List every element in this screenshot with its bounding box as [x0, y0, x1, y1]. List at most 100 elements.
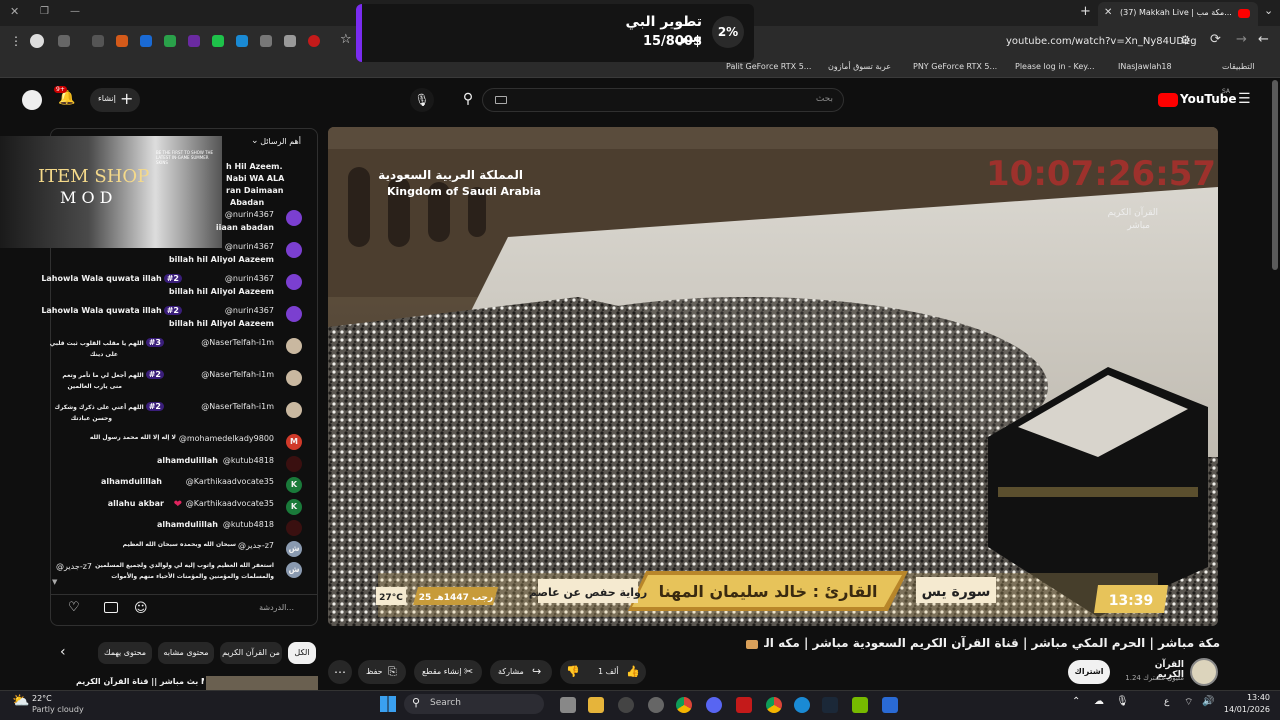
network-icon[interactable]: ☁: [1094, 696, 1104, 707]
chat-input[interactable]: الدردشة...: [259, 603, 294, 612]
chat-author[interactable]: @nurin4367: [225, 306, 274, 315]
active-tab[interactable]: ✕ (37) Makkah Live | مكة مب...: [1098, 2, 1258, 26]
chat-message[interactable]: @nurin4367 Lahowla Wala quwata illah #2 b…: [41, 274, 318, 306]
video-player[interactable]: المملكة العربية السعودية Kingdom of Saud…: [328, 127, 1218, 626]
windows-start-icon[interactable]: [380, 696, 396, 712]
app-icon[interactable]: [618, 697, 634, 713]
restore-icon[interactable]: ❐: [40, 6, 49, 17]
chat-header[interactable]: أهم الرسائل: [260, 137, 301, 146]
extension-icon[interactable]: [92, 35, 104, 47]
extension-icon[interactable]: [116, 35, 128, 47]
bookmark-item[interactable]: PNY GeForce RTX 5...: [913, 62, 997, 71]
weather-icon[interactable]: ⛅: [12, 693, 29, 709]
chat-message[interactable]: @nurin4367 Lahowla Wala quwata illah #2 b…: [41, 306, 318, 338]
chat-message[interactable]: ش @جدير-z7 استغفر الله العظيم واتوب إليه…: [50, 562, 318, 586]
avatar[interactable]: [286, 520, 302, 536]
chat-message[interactable]: @NaserTelfah-i1m اللهم يا مقلب القلوب ثب…: [50, 338, 318, 370]
youtube-logo-icon[interactable]: [1158, 93, 1178, 107]
chat-author[interactable]: @NaserTelfah-i1m: [201, 370, 274, 379]
next-video-thumbnail[interactable]: [206, 676, 318, 690]
avatar[interactable]: [286, 274, 302, 290]
profile-icon[interactable]: [30, 34, 44, 48]
extension-icon[interactable]: [260, 35, 272, 47]
bookmark-apps[interactable]: التطبيقات: [1222, 62, 1254, 71]
extension-icon[interactable]: [164, 35, 176, 47]
more-actions-button[interactable]: ⋯: [328, 660, 352, 684]
heart-react-icon[interactable]: ♡: [68, 600, 80, 615]
chat-author[interactable]: @nurin4367: [225, 242, 274, 251]
chat-author[interactable]: @جدير-z7: [56, 562, 92, 571]
microphone-icon[interactable]: 🎙: [1116, 696, 1129, 707]
back-icon[interactable]: →: [1236, 32, 1247, 47]
app-icon[interactable]: [882, 697, 898, 713]
chip-all[interactable]: الكل: [288, 642, 316, 664]
avatar[interactable]: [286, 370, 302, 386]
chat-message[interactable]: K @Karthikaadvocate35 ❤ allahu akbar: [50, 499, 318, 519]
chat-author[interactable]: @nurin4367: [225, 210, 274, 219]
chat-message[interactable]: ش @جدير-z7 سبحان الله وبحمده سبحان الله …: [50, 541, 318, 561]
avatar[interactable]: [286, 210, 302, 226]
avatar[interactable]: [286, 338, 302, 354]
create-button[interactable]: إنشاء +: [90, 88, 140, 112]
app-icon[interactable]: [736, 697, 752, 713]
next-video-title[interactable]: بث مباشر || قناة القرآن الكريم Makkah: [76, 677, 204, 686]
forward-icon[interactable]: ←: [1258, 32, 1269, 47]
chat-message[interactable]: @NaserTelfah-i1m اللهم أعني على ذكرك وشك…: [50, 402, 318, 434]
taskbar-search[interactable]: ⚲ Search: [404, 694, 544, 714]
like-button[interactable]: 1 ألف 👍 👎: [560, 660, 646, 684]
language-icon[interactable]: ع: [1164, 697, 1169, 707]
chat-message[interactable]: @NaserTelfah-i1m اللهم أجعل لي ما تأمر و…: [50, 370, 318, 402]
chat-author[interactable]: @nurin4367: [225, 274, 274, 283]
address-bar[interactable]: youtube.com/watch?v=Xn_Ny84UDeg: [1006, 33, 1202, 51]
bookmark-item[interactable]: INasJawlah18: [1118, 62, 1172, 71]
chat-author[interactable]: @kutub4818: [223, 456, 274, 465]
voice-search-icon[interactable]: 🎙: [410, 88, 434, 112]
share-button[interactable]: مشاركة ↪: [490, 660, 552, 684]
steam-icon[interactable]: [822, 697, 838, 713]
avatar[interactable]: [286, 402, 302, 418]
chat-message[interactable]: @nurin4367 billah hil Aliyol Aazeem: [50, 242, 318, 274]
extension-icon[interactable]: [188, 35, 200, 47]
chat-message[interactable]: K @Karthikaadvocate35 alhamdulillah: [50, 477, 318, 497]
chat-message[interactable]: M @mohamedelkady9800 لا إله إلا الله محم…: [50, 434, 318, 454]
extension-icon[interactable]: [284, 35, 296, 47]
search-button-icon[interactable]: ⚲: [456, 88, 480, 112]
bookmark-item[interactable]: عربة تسوق أمازون: [828, 62, 891, 71]
extension-icon[interactable]: [308, 35, 320, 47]
emoji-icon[interactable]: ☺: [134, 601, 148, 616]
super-chat-icon[interactable]: [104, 602, 118, 613]
subscribe-button[interactable]: اشتراك: [1068, 660, 1110, 684]
page-scrollbar[interactable]: [1272, 80, 1278, 270]
clock-date[interactable]: 14/01/2026: [1216, 705, 1270, 714]
chat-author[interactable]: @mohamedelkady9800: [179, 434, 274, 443]
task-view-icon[interactable]: [560, 697, 576, 713]
tab-close-icon[interactable]: ✕: [1104, 7, 1112, 18]
avatar[interactable]: [286, 306, 302, 322]
chat-author[interactable]: @NaserTelfah-i1m: [201, 338, 274, 347]
chip-quran[interactable]: من القرآن الكريم: [220, 642, 282, 664]
search-input[interactable]: بحث: [482, 88, 844, 112]
minimize-icon[interactable]: —: [70, 6, 80, 17]
avatar[interactable]: ش: [286, 541, 302, 557]
new-tab-icon[interactable]: +: [1080, 4, 1091, 19]
avatar[interactable]: [286, 242, 302, 258]
avatar[interactable]: [22, 90, 42, 110]
extension-icon[interactable]: [236, 35, 248, 47]
wifi-icon[interactable]: ⌔: [1184, 696, 1193, 709]
tab-search-icon[interactable]: ⌄: [1264, 4, 1273, 17]
chrome-icon[interactable]: [766, 697, 782, 713]
avatar[interactable]: [286, 456, 302, 472]
bookmark-star-icon[interactable]: ☆: [340, 32, 352, 47]
bookmark-item[interactable]: Please log in - Key...: [1015, 62, 1095, 71]
chat-author[interactable]: @NaserTelfah-i1m: [201, 402, 274, 411]
discord-icon[interactable]: [706, 697, 722, 713]
avatar[interactable]: K: [286, 499, 302, 515]
extension-icon[interactable]: [140, 35, 152, 47]
volume-icon[interactable]: 🔊: [1202, 696, 1214, 707]
nvidia-icon[interactable]: [852, 697, 868, 713]
extension-icon[interactable]: [212, 35, 224, 47]
keyboard-icon[interactable]: [495, 96, 507, 104]
save-button[interactable]: حفظ ⎘: [358, 660, 406, 684]
avatar[interactable]: K: [286, 477, 302, 493]
chat-author[interactable]: @kutub4818: [223, 520, 274, 529]
